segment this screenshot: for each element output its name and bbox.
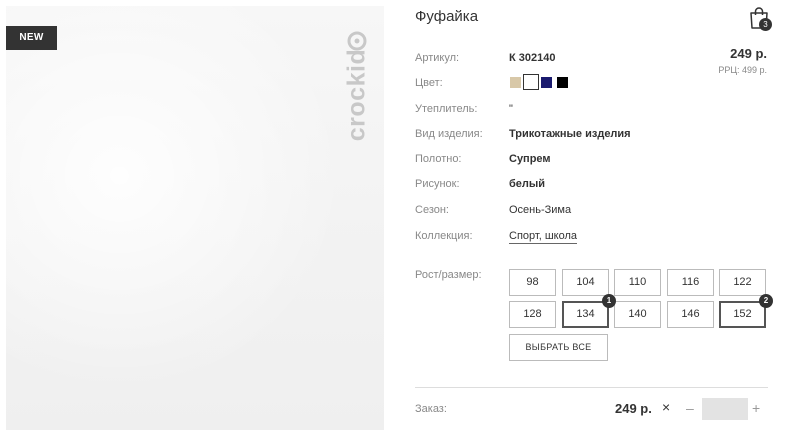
season-value: Осень-Зима [509,204,572,216]
size-button-116[interactable]: 116 [667,269,714,296]
brand-watermark: crockid [342,30,371,160]
pattern-value: белый [509,178,546,190]
color-swatch-black[interactable] [557,77,568,88]
pattern-label: Рисунок: [415,178,460,190]
order-label: Заказ: [415,403,447,415]
article-value: К 302140 [509,52,556,64]
product-price: 249 р. [730,46,767,61]
size-button-146[interactable]: 146 [667,301,714,328]
fabric-value: Супрем [509,153,551,165]
size-button-128[interactable]: 128 [509,301,556,328]
size-count-badge-134: 1 [602,294,616,308]
insulation-label: Утеплитель: [415,103,478,115]
decrease-quantity-button[interactable]: – [686,400,694,416]
color-swatch-beige[interactable] [510,77,521,88]
recommended-price: РРЦ: 499 р. [718,65,767,75]
product-type-label: Вид изделия: [415,128,483,140]
color-label: Цвет: [415,77,443,89]
divider [415,387,768,388]
new-badge: NEW [6,26,57,50]
color-swatch-navy[interactable] [541,77,552,88]
size-count-badge-152: 2 [759,294,773,308]
select-all-button[interactable]: ВЫБРАТЬ ВСЕ [509,334,608,361]
collection-link[interactable]: Спорт, школа [509,230,577,244]
insulation-value: " [509,103,513,115]
quantity-input[interactable] [702,398,748,420]
remove-order-icon[interactable]: × [662,399,670,415]
product-photo[interactable] [6,6,384,430]
size-label: Рост/размер: [415,269,482,281]
size-button-122[interactable]: 122 [719,269,766,296]
product-type-value: Трикотажные изделия [509,128,631,140]
size-button-104[interactable]: 104 [562,269,609,296]
article-label: Артикул: [415,52,460,64]
size-button-140[interactable]: 140 [614,301,661,328]
size-button-152[interactable]: 152 [719,301,766,328]
size-button-110[interactable]: 110 [614,269,661,296]
size-button-134[interactable]: 134 [562,301,609,328]
order-price: 249 р. [615,401,652,416]
size-button-98[interactable]: 98 [509,269,556,296]
cart-count-badge: 3 [759,18,772,31]
product-title: Фуфайка [415,8,479,25]
increase-quantity-button[interactable]: + [752,400,760,416]
brand-logo-text: crockid [342,48,371,142]
season-label: Сезон: [415,204,449,216]
collection-label: Коллекция: [415,230,473,242]
color-swatch-white[interactable] [524,75,538,89]
fabric-label: Полотно: [415,153,462,165]
